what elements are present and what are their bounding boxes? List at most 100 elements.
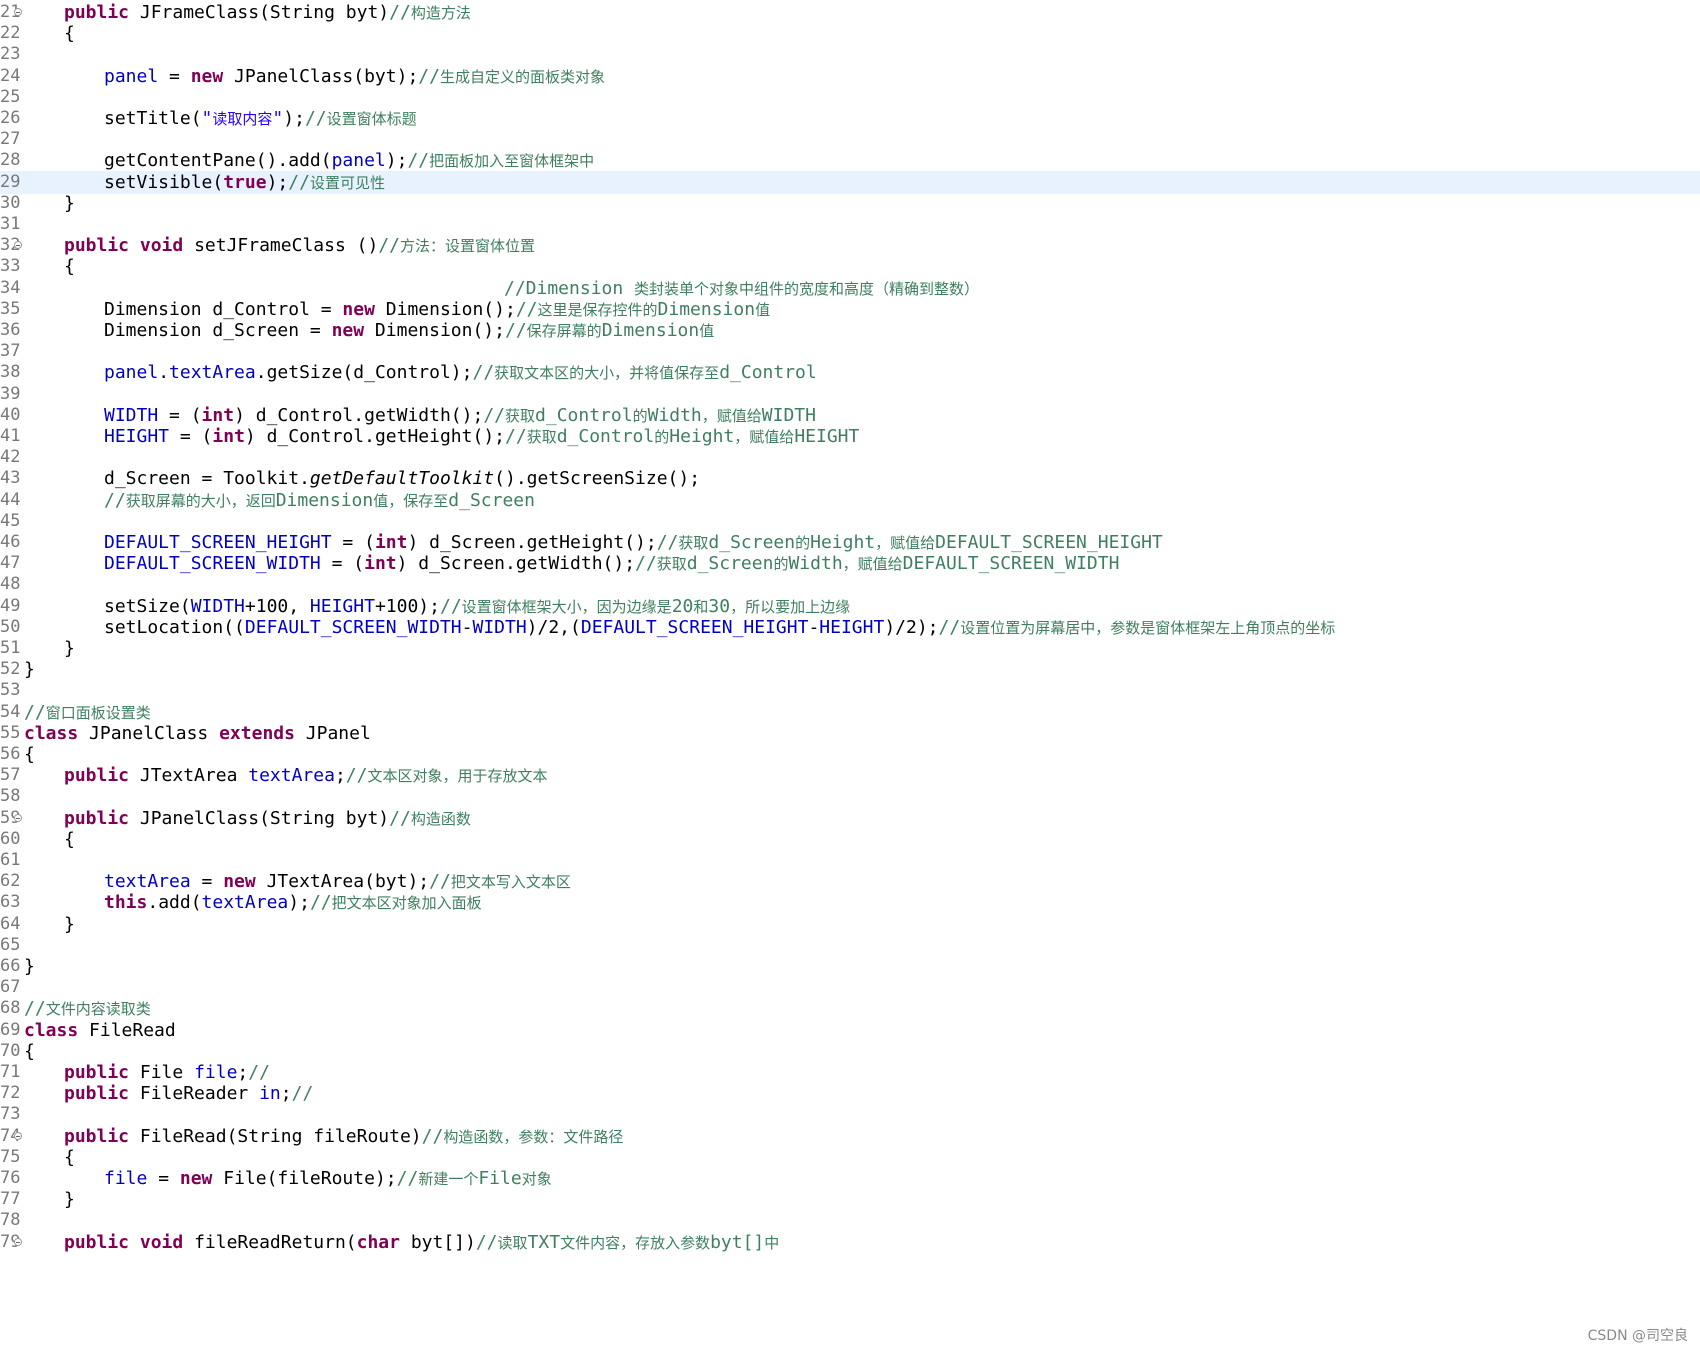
code-line[interactable]: 63 this.add(textArea);//把文本区对象加入面板 [0,891,1700,914]
code-token-plain: File(fileRoute); [212,1168,397,1189]
code-text: public JFrameClass(String byt)//构造方法 [64,1,471,24]
code-line[interactable]: 77} [0,1188,1700,1211]
code-token-kw: void [139,235,184,257]
line-number: 33 [0,256,20,277]
code-line[interactable]: 57 public JTextArea textArea;//文本区对象，用于存放… [0,764,1700,787]
code-line[interactable]: 53 [0,679,1700,702]
code-line[interactable]: 60 { [0,828,1700,851]
line-number: 38 [0,362,20,383]
fold-collapse-icon[interactable] [14,1237,22,1246]
code-editor[interactable]: 21 public JFrameClass(String byt)//构造方法 22… [0,0,1700,1355]
code-token-kw: new [342,298,375,320]
code-line[interactable]: 78 [0,1209,1700,1232]
code-text: DEFAULT_SCREEN_HEIGHT = (int) d_Screen.g… [104,531,1163,554]
line-number: 58 [0,786,20,807]
code-line[interactable]: 72 public FileReader in;// [0,1082,1700,1105]
code-token-plain: { [24,1040,35,1062]
code-token-plain: setLocation(( [104,616,245,638]
code-token-plain: ().getScreenSize(); [494,468,701,490]
code-token-comment: //获取文本区的大小，并将值保存至d_Control [472,362,817,384]
code-line[interactable]: 36 Dimension d_Screen = new Dimension();/… [0,319,1700,342]
code-line[interactable]: 64} [0,913,1700,936]
code-token-kw: class [24,1019,79,1041]
code-line[interactable]: 40 WIDTH = (int) d_Control.getWidth();//获… [0,404,1700,427]
code-line[interactable]: 25 [0,86,1700,109]
code-line[interactable]: 29 setVisible(true);//设置可见性 [0,170,1700,194]
code-token-field: DEFAULT_SCREEN_HEIGHT [580,616,809,638]
code-token-plain: setSize( [104,595,191,617]
code-token-str: "读取内容" [201,108,284,129]
code-line[interactable]: 52} [0,658,1700,681]
code-line[interactable]: 27 [0,128,1700,151]
code-line[interactable]: 73 [0,1103,1700,1126]
code-token-kw: new [190,65,224,87]
code-line[interactable]: 34 //Dimension 类封装单个对象中组件的宽度和高度（精确到整数） [0,277,1700,300]
code-token-field: panel [104,65,159,87]
code-token-comment: // [248,1062,270,1083]
code-line[interactable]: 39 [0,383,1700,406]
code-line[interactable]: 71 public File file;// [0,1061,1700,1084]
code-line[interactable]: 31 [0,213,1700,236]
code-line[interactable]: 43 d_Screen = Toolkit.getDefaultToolkit()… [0,467,1700,490]
code-line[interactable]: 66} [0,955,1700,978]
code-line[interactable]: 44 //获取屏幕的大小，返回Dimension值，保存至d_Screen [0,489,1700,512]
code-line[interactable]: 49 setSize(WIDTH+100, HEIGHT+100);//设置窗体框… [0,595,1700,618]
line-number: 61 [0,850,20,870]
code-line[interactable]: 55 class JPanelClass extends JPanel [0,722,1700,745]
code-line[interactable]: 65 [0,934,1700,957]
code-line[interactable]: 51} [0,637,1700,660]
code-text: } [24,658,35,681]
code-line[interactable]: 70{ [0,1040,1700,1063]
code-line[interactable]: 76 file = new File(fileRoute);//新建一个File对… [0,1167,1700,1190]
code-token-plain: setTitle( [104,108,202,129]
code-line[interactable]: 59 public JPanelClass(String byt)//构造函数 [0,807,1700,830]
code-line[interactable]: 68//文件内容读取类 [0,997,1700,1020]
code-line[interactable]: 30} [0,192,1700,215]
code-line[interactable]: 58 [0,785,1700,808]
code-token-kw: char [356,1231,400,1253]
code-line[interactable]: 79 public void fileReadReturn(char byt[])… [0,1231,1700,1254]
code-text: { [64,22,75,45]
code-line[interactable]: 61 [0,849,1700,872]
code-line[interactable]: 21 public JFrameClass(String byt)//构造方法 [0,1,1700,24]
code-line[interactable]: 50 setLocation((DEFAULT_SCREEN_WIDTH-WIDT… [0,616,1700,639]
code-line[interactable]: 42 [0,446,1700,469]
code-line[interactable]: 28 getContentPane().add(panel);//把面板加入至窗体… [0,149,1700,172]
code-token-comment: //获取d_Control的Height，赋值给HEIGHT [505,426,860,447]
code-line[interactable]: 41 HEIGHT = (int) d_Control.getHeight();/… [0,425,1700,448]
line-number: 69 [0,1019,20,1040]
code-token-field: file [194,1062,238,1083]
code-line[interactable]: 45 [0,510,1700,533]
code-line[interactable]: 74 public FileRead(String fileRoute)//构造函… [0,1125,1700,1148]
code-line[interactable]: 69 class FileRead [0,1019,1700,1042]
code-line[interactable]: 24 panel = new JPanelClass(byt);//生成自定义的面… [0,65,1700,88]
code-token-comment: //窗口面板设置类 [24,701,151,723]
code-line[interactable]: 75 { [0,1146,1700,1169]
code-line[interactable]: 35 Dimension d_Control = new Dimension();… [0,298,1700,321]
code-line[interactable]: 54//窗口面板设置类 [0,701,1700,724]
code-token-comment: //保存屏幕的Dimension值 [504,320,715,341]
fold-collapse-icon[interactable] [14,8,22,16]
code-line[interactable]: 32 public void setJFrameClass ()//方法：设置窗体… [0,234,1700,257]
fold-collapse-icon[interactable] [14,1131,22,1140]
code-line[interactable]: 37 [0,340,1700,363]
code-line[interactable]: 33 { [0,255,1700,278]
watermark: CSDN @司空良 [1587,1328,1688,1344]
code-line[interactable]: 56{ [0,743,1700,766]
code-line[interactable]: 67 [0,976,1700,999]
code-line[interactable]: 23 [0,43,1700,66]
code-line[interactable]: 46 DEFAULT_SCREEN_HEIGHT = (int) d_Screen… [0,531,1700,554]
code-line[interactable]: 62 textArea = new JTextArea(byt);//把文本写入文… [0,870,1700,893]
code-line[interactable]: 48 [0,573,1700,596]
code-line[interactable]: 26 setTitle("读取内容");//设置窗体标题 [0,107,1700,130]
code-token-field: WIDTH [190,595,245,617]
code-text: class JPanelClass extends JPanel [24,722,371,745]
fold-collapse-icon[interactable] [14,813,22,822]
code-line[interactable]: 38 panel.textArea.getSize(d_Control);//获取… [0,361,1700,384]
code-line[interactable]: 22 { [0,22,1700,45]
code-text: public void setJFrameClass ()//方法：设置窗体位置 [64,234,535,257]
code-token-plain: byt[]) [399,1231,476,1253]
fold-collapse-icon[interactable] [14,241,22,250]
line-number: 42 [0,447,20,468]
code-line[interactable]: 47 DEFAULT_SCREEN_WIDTH = (int) d_Screen.… [0,552,1700,575]
